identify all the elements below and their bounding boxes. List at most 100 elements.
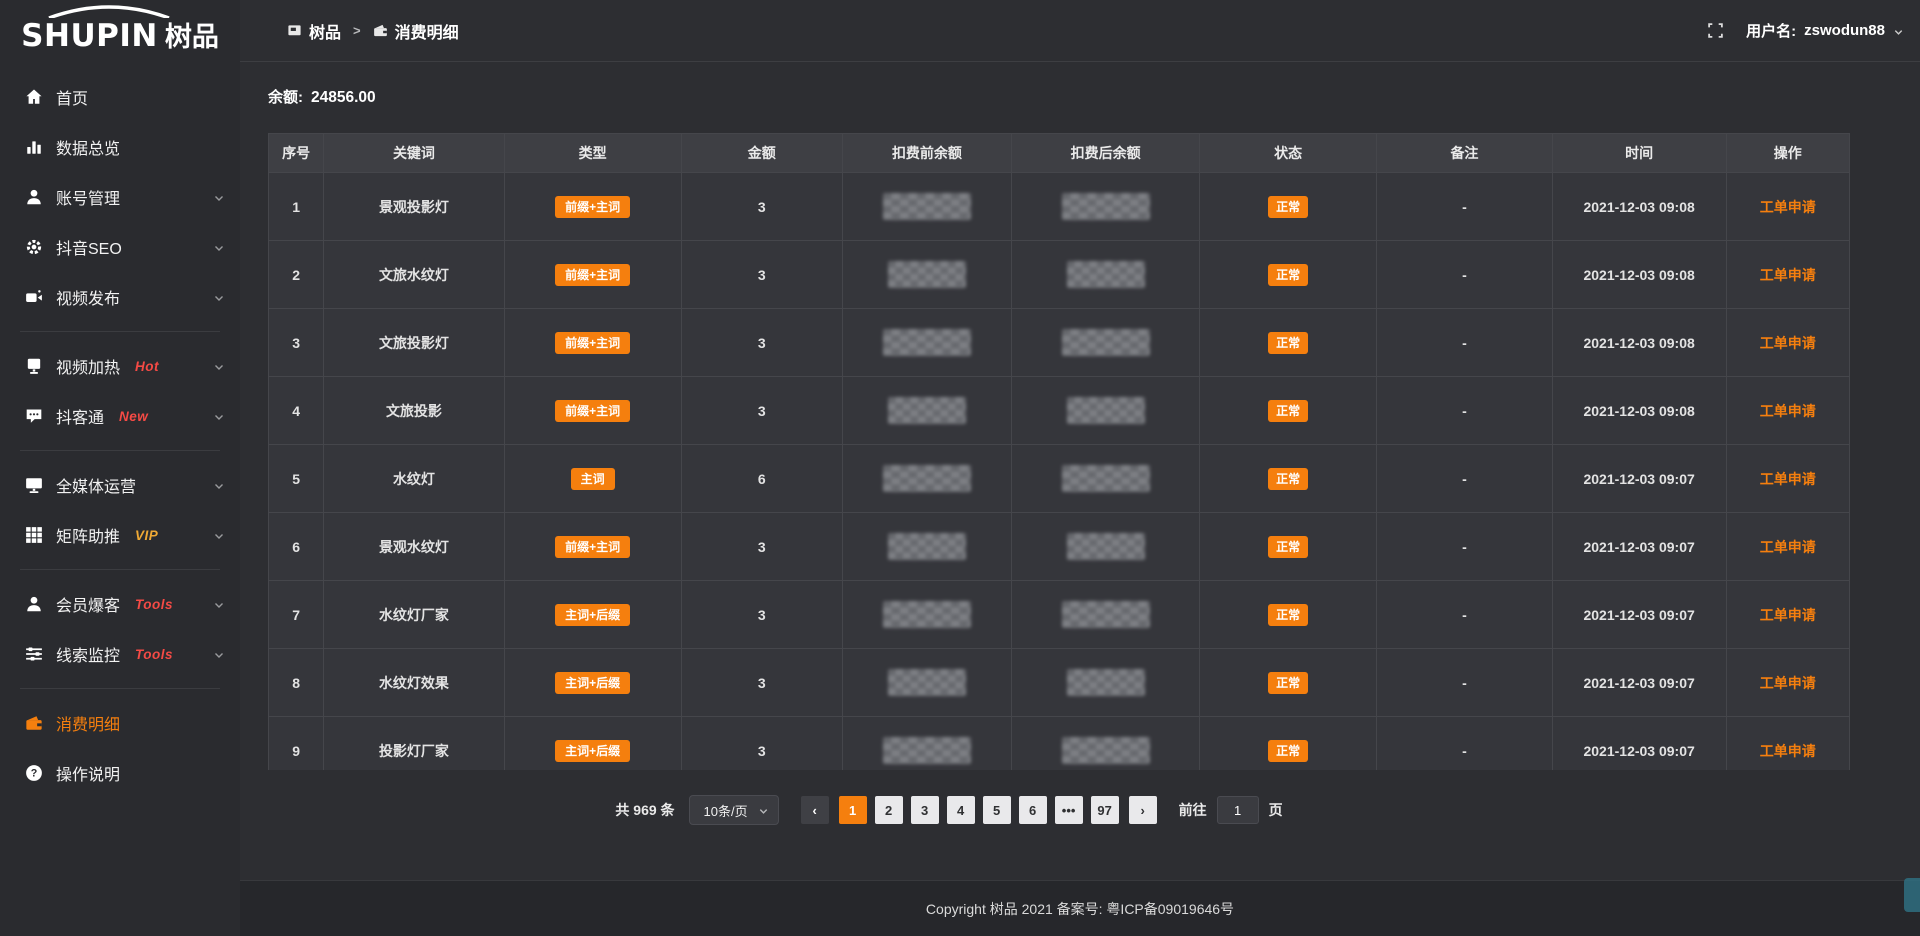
main-area: 树品 > 消费明细 用户名: zswodun88	[240, 0, 1920, 936]
cell-index: 3	[269, 309, 324, 377]
sidebar-item-member-burst[interactable]: 会员爆客 Tools	[0, 579, 240, 629]
table-row: 9 投影灯厂家 主词+后缀 3 正常 - 2021-12-03 09:07 工单…	[269, 717, 1850, 771]
gear-icon	[25, 238, 43, 256]
sidebar-item-data-overview[interactable]: 数据总览	[0, 122, 240, 172]
cell-keyword: 文旅投影	[324, 377, 504, 445]
table-row: 6 景观水纹灯 前缀+主词 3 正常 - 2021-12-03 09:07 工单…	[269, 513, 1850, 581]
cell-amount: 3	[681, 241, 842, 309]
sidebar-item-video-publish[interactable]: 视频发布	[0, 272, 240, 322]
app-icon	[287, 23, 302, 38]
column-header: 金额	[681, 134, 842, 173]
column-header: 操作	[1726, 134, 1849, 173]
sidebar-item-media-operation[interactable]: 全媒体运营	[0, 460, 240, 510]
chart-icon	[25, 138, 43, 156]
sidebar-item-account-manage[interactable]: 账号管理	[0, 172, 240, 222]
table-row: 4 文旅投影 前缀+主词 3 正常 - 2021-12-03 09:08 工单申…	[269, 377, 1850, 445]
page-button-3[interactable]: 3	[911, 796, 939, 824]
breadcrumb-item-app[interactable]: 树品	[309, 19, 341, 43]
blurred-balance-after	[1062, 465, 1150, 492]
cell-amount: 3	[681, 377, 842, 445]
cell-amount: 3	[681, 309, 842, 377]
topbar-right: 用户名: zswodun88	[1707, 20, 1904, 41]
cell-amount: 3	[681, 581, 842, 649]
type-badge: 主词	[571, 468, 615, 490]
chevron-down-icon	[213, 648, 225, 660]
ticket-apply-link[interactable]: 工单申请	[1760, 607, 1816, 623]
cell-remark: -	[1377, 445, 1552, 513]
ticket-apply-link[interactable]: 工单申请	[1760, 539, 1816, 555]
sidebar-item-consume-detail[interactable]: 消费明细	[0, 698, 240, 748]
goto-page-input[interactable]	[1217, 796, 1259, 824]
blurred-balance-before	[883, 193, 971, 220]
fullscreen-icon[interactable]	[1707, 22, 1724, 39]
prev-page-button[interactable]: ‹	[801, 796, 829, 824]
home-icon	[25, 88, 43, 106]
page-button-5[interactable]: 5	[983, 796, 1011, 824]
page-button-1[interactable]: 1	[839, 796, 867, 824]
chevron-down-icon	[1893, 25, 1904, 36]
page-button-2[interactable]: 2	[875, 796, 903, 824]
chevron-down-icon	[213, 191, 225, 203]
more-pages-button[interactable]: •••	[1055, 796, 1083, 824]
app-root: SHUPIN 树品 首页 数据总览 账号管理 抖音SEO 视频发布	[0, 0, 1920, 936]
sidebar-item-operation-guide[interactable]: ? 操作说明	[0, 748, 240, 798]
side-float-widget[interactable]	[1904, 878, 1920, 912]
page-button-6[interactable]: 6	[1019, 796, 1047, 824]
blurred-balance-before	[883, 329, 971, 356]
user-menu[interactable]: 用户名: zswodun88	[1746, 20, 1904, 41]
cell-index: 9	[269, 717, 324, 771]
cell-amount: 3	[681, 649, 842, 717]
ticket-apply-link[interactable]: 工单申请	[1760, 199, 1816, 215]
type-badge: 前缀+主词	[555, 400, 630, 422]
sidebar-divider	[20, 450, 220, 451]
cell-index: 1	[269, 173, 324, 241]
blurred-balance-after	[1062, 193, 1150, 220]
blurred-balance-after	[1062, 329, 1150, 356]
ticket-apply-link[interactable]: 工单申请	[1760, 743, 1816, 759]
cell-amount: 3	[681, 717, 842, 771]
type-badge: 前缀+主词	[555, 196, 630, 218]
chevron-down-icon	[213, 241, 225, 253]
page-button-4[interactable]: 4	[947, 796, 975, 824]
table-header-row: 序号关键词类型金额扣费前余额扣费后余额状态备注时间操作	[269, 134, 1850, 173]
wallet-icon	[25, 714, 43, 732]
goto-suffix: 页	[1269, 800, 1283, 820]
ticket-apply-link[interactable]: 工单申请	[1760, 471, 1816, 487]
blurred-balance-after	[1067, 669, 1145, 696]
consume-table-wrap: 序号关键词类型金额扣费前余额扣费后余额状态备注时间操作 1 景观投影灯 前缀+主…	[268, 133, 1850, 770]
blurred-balance-after	[1062, 601, 1150, 628]
sidebar-item-clue-monitor[interactable]: 线索监控 Tools	[0, 629, 240, 679]
user-label: 用户名:	[1746, 20, 1796, 41]
cell-keyword: 景观水纹灯	[324, 513, 504, 581]
ticket-apply-link[interactable]: 工单申请	[1760, 403, 1816, 419]
nav-tag: Hot	[135, 359, 159, 374]
sidebar-item-douyin-seo[interactable]: 抖音SEO	[0, 222, 240, 272]
question-icon: ?	[25, 764, 43, 782]
column-header: 类型	[504, 134, 681, 173]
sidebar-item-douketong[interactable]: 抖客通 New	[0, 391, 240, 441]
logo-text-en: SHUPIN	[21, 18, 158, 54]
sidebar-item-home[interactable]: 首页	[0, 72, 240, 122]
cell-amount: 6	[681, 445, 842, 513]
cell-time: 2021-12-03 09:08	[1552, 241, 1726, 309]
next-page-button[interactable]: ›	[1129, 796, 1157, 824]
cell-remark: -	[1377, 173, 1552, 241]
cell-time: 2021-12-03 09:08	[1552, 173, 1726, 241]
page-button-97[interactable]: 97	[1091, 796, 1119, 824]
sidebar-item-matrix-boost[interactable]: 矩阵助推 VIP	[0, 510, 240, 560]
blurred-balance-after	[1067, 533, 1145, 560]
cell-index: 4	[269, 377, 324, 445]
goto-page: 前往 页	[1179, 796, 1283, 824]
cell-time: 2021-12-03 09:07	[1552, 445, 1726, 513]
page-size-select[interactable]: 10条/页	[689, 795, 779, 825]
page-buttons: 123456 ••• 97	[839, 796, 1119, 824]
ticket-apply-link[interactable]: 工单申请	[1760, 335, 1816, 351]
status-badge: 正常	[1268, 400, 1308, 422]
ticket-apply-link[interactable]: 工单申请	[1760, 267, 1816, 283]
ticket-apply-link[interactable]: 工单申请	[1760, 675, 1816, 691]
blurred-balance-before	[888, 397, 966, 424]
blurred-balance-before	[888, 261, 966, 288]
grid-icon	[25, 526, 43, 544]
sidebar-item-video-heat[interactable]: 视频加热 Hot	[0, 341, 240, 391]
chevron-down-icon	[758, 805, 769, 816]
